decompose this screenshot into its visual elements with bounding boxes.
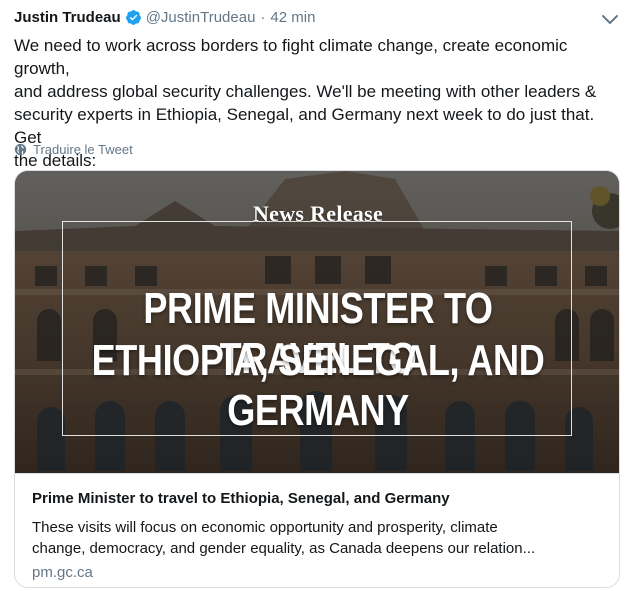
- chevron-down-icon[interactable]: [601, 13, 619, 27]
- tweet-text-line: We need to work across borders to fight …: [14, 36, 568, 78]
- image-banner-text: News Release: [252, 201, 384, 226]
- tweet: Justin Trudeau @JustinTrudeau · 42 min W…: [0, 0, 627, 591]
- card-description-line: These visits will focus on economic oppo…: [32, 519, 498, 536]
- card-title[interactable]: Prime Minister to travel to Ethiopia, Se…: [32, 490, 612, 507]
- author-handle[interactable]: @JustinTrudeau: [146, 9, 256, 26]
- link-card[interactable]: News Release PRIME MINISTER TO TRAVEL TO…: [14, 170, 620, 588]
- card-image[interactable]: News Release PRIME MINISTER TO TRAVEL TO…: [15, 171, 619, 473]
- verified-badge-icon: [125, 9, 141, 25]
- author-name[interactable]: Justin Trudeau: [14, 9, 121, 26]
- timestamp[interactable]: 42 min: [270, 9, 315, 26]
- image-headline-line: ETHIOPIA, SENEGAL, AND GERMANY: [91, 336, 545, 435]
- tweet-text-line: and address global security challenges. …: [14, 82, 597, 101]
- separator-dot: ·: [260, 8, 266, 26]
- translate-label[interactable]: Traduire le Tweet: [33, 142, 133, 157]
- card-domain[interactable]: pm.gc.ca: [32, 564, 93, 581]
- translate-tweet-link[interactable]: Traduire le Tweet: [14, 140, 133, 158]
- tweet-header: Justin Trudeau @JustinTrudeau · 42 min: [14, 7, 315, 27]
- card-description-line: change, democracy, and gender equality, …: [32, 540, 536, 557]
- card-info[interactable]: Prime Minister to travel to Ethiopia, Se…: [15, 473, 619, 587]
- globe-icon: [14, 143, 27, 155]
- card-description: These visits will focus on economic oppo…: [32, 517, 612, 559]
